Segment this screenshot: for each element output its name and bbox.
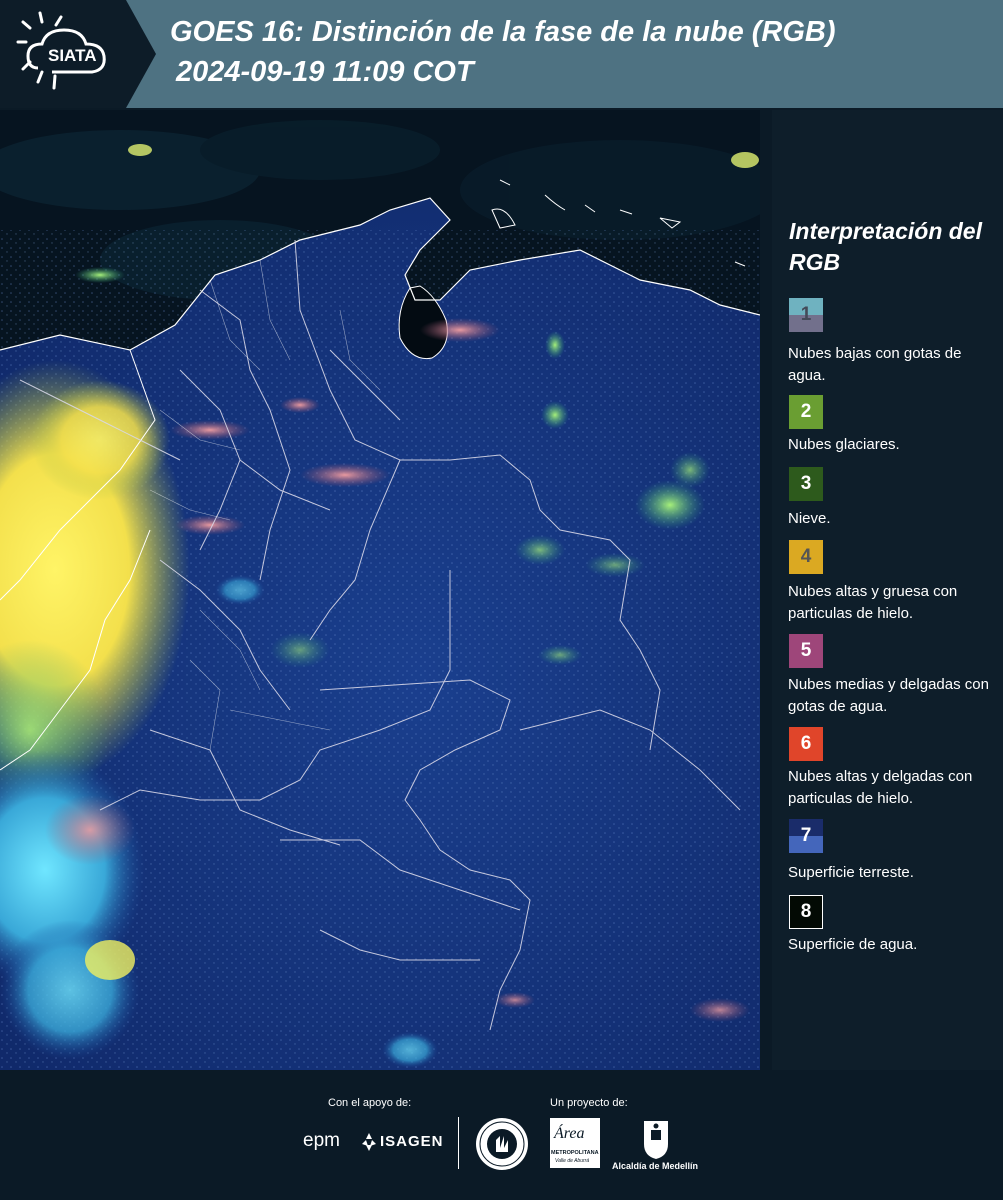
legend-label-7: Superficie terreste.	[788, 864, 914, 881]
legend-label-3: Nieve.	[788, 510, 831, 527]
legend-number-5: 5	[800, 640, 812, 661]
alcaldia-medellin-label: Alcaldía de Medellín	[612, 1161, 699, 1171]
isagen-logo: ISAGEN	[360, 1130, 443, 1156]
legend-label-5: Nubes medias y delgadas con gotas de agu…	[788, 676, 989, 715]
legend-label-1: Nubes bajas con gotas de agua.	[788, 345, 962, 384]
satellite-map[interactable]	[0, 110, 760, 1070]
header-arrow-divider	[126, 0, 156, 108]
legend-number-3: 3	[800, 473, 812, 494]
legend-label-4: Nubes altas y gruesa con particulas de h…	[788, 583, 958, 622]
footer-divider	[458, 1117, 459, 1169]
legend-label-2: Nubes glaciares.	[788, 436, 900, 453]
header: SIATA GOES 16: Distinción de la fase de …	[0, 0, 1003, 108]
isagen-text: ISAGEN	[380, 1133, 444, 1150]
area-logo-word: Área	[554, 1125, 585, 1142]
legend-swatch-2: 2	[789, 395, 823, 429]
legend-number-1: 1	[800, 304, 812, 325]
isagen-symbol-icon	[362, 1133, 376, 1151]
legend-number-4: 4	[800, 546, 812, 567]
page-timestamp: 2024-09-19 11:09 COT	[176, 56, 474, 88]
area-metropolitana-logo: Área METROPOLITANA Valle de Aburrá	[550, 1118, 600, 1168]
siata-logo: SIATA	[16, 11, 106, 90]
project-label: Un proyecto de:	[550, 1097, 628, 1109]
footer: Con el apoyo de: Un proyecto de: epm ISA…	[0, 1070, 1003, 1200]
epm-logo: epm	[303, 1130, 340, 1151]
legend-swatch-1: 1	[789, 298, 823, 332]
legend-swatch-6: 6	[789, 727, 823, 761]
legend-swatch-7: 7	[789, 819, 823, 853]
legend-label-8: Superficie de agua.	[788, 936, 918, 953]
legend-swatch-4: 4	[789, 540, 823, 574]
area-logo-line2: METROPOLITANA	[551, 1150, 599, 1156]
legend-swatch-5: 5	[789, 634, 823, 668]
legend-label-6: Nubes altas y delgadas con particulas de…	[788, 768, 973, 807]
legend-number-6: 6	[800, 733, 812, 754]
legend-number-7: 7	[800, 825, 812, 846]
support-label: Con el apoyo de:	[328, 1097, 412, 1109]
legend-panel: Interpretación del RGB 1 Nubes bajas con…	[772, 110, 1003, 1070]
logo-text: SIATA	[48, 46, 96, 65]
satellite-image	[0, 110, 760, 1070]
legend-number-8: 8	[800, 901, 812, 922]
legend-swatch-8: 8	[789, 895, 823, 929]
antioquia-seal-icon	[476, 1118, 528, 1170]
legend-number-2: 2	[800, 401, 812, 422]
page-title: GOES 16: Distinción de la fase de la nub…	[170, 16, 836, 48]
legend-swatch-3: 3	[789, 467, 823, 501]
logo-container: SIATA	[0, 0, 126, 108]
medellin-shield-icon	[644, 1121, 668, 1159]
legend-title: Interpretación del RGB	[789, 218, 982, 275]
area-logo-line3: Valle de Aburrá	[555, 1158, 590, 1164]
